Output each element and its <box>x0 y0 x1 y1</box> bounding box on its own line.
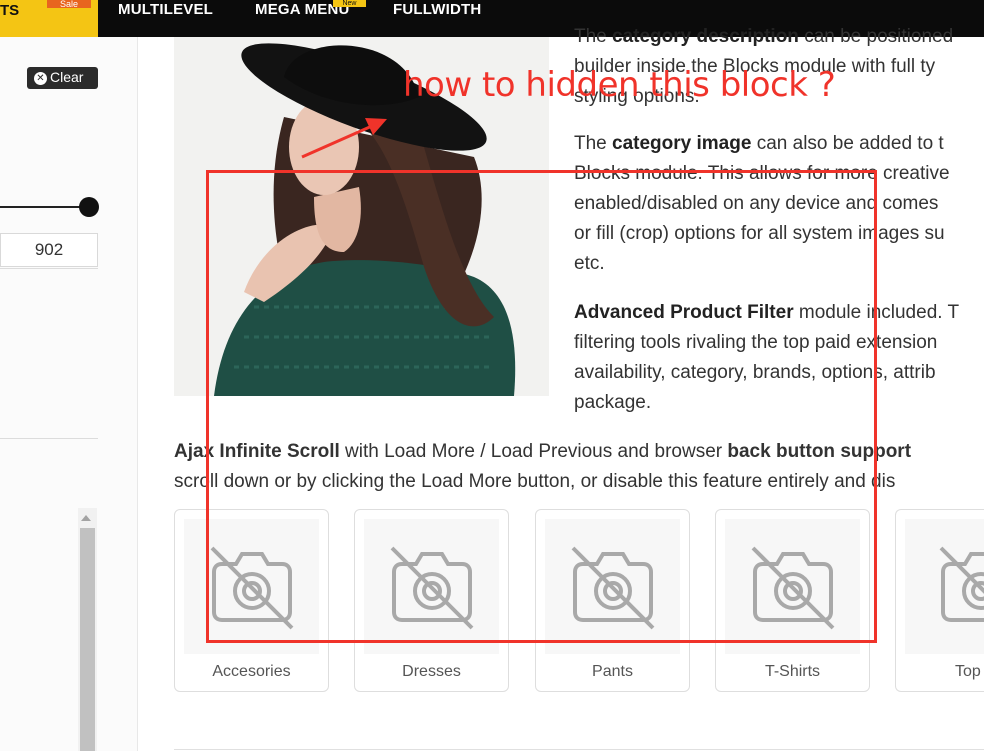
annotation-question-text: how to hidden this block ? <box>403 65 836 105</box>
annotation-arrow-icon <box>301 118 387 159</box>
